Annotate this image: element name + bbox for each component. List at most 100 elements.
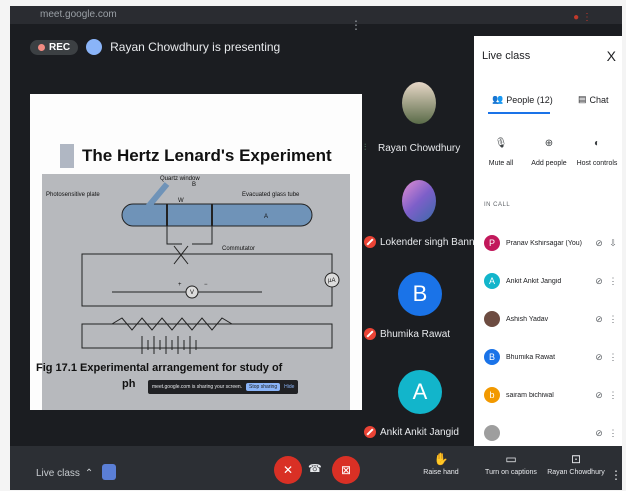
host-controls-label: Host controls bbox=[576, 160, 618, 167]
tab-people-label: People (12) bbox=[506, 94, 553, 105]
hide-button[interactable]: Hide bbox=[284, 384, 294, 390]
more-options-icon[interactable]: ⋮ bbox=[606, 390, 620, 401]
chat-icon: ▤ bbox=[578, 94, 587, 104]
close-icon[interactable]: X bbox=[607, 48, 616, 64]
more-options-icon[interactable]: ⋮ bbox=[610, 468, 622, 482]
participant-tile[interactable]: A Ankit Ankit Jangid bbox=[364, 370, 472, 446]
mic-off-icon[interactable]: ⊘ bbox=[592, 428, 606, 439]
add-people-label: Add people bbox=[531, 160, 567, 167]
host-controls-icon: ◐ bbox=[593, 137, 601, 149]
tab-people[interactable]: 👥 People (12) bbox=[492, 94, 553, 105]
rec-label: REC bbox=[49, 41, 71, 53]
person-name: sairam bichiwal bbox=[506, 391, 554, 399]
more-options-icon[interactable]: ⋮ bbox=[606, 276, 620, 287]
participant-tile[interactable]: Lokender singh Bannaji bbox=[364, 178, 485, 258]
tile-name-row: Bhumika Rawat bbox=[364, 328, 450, 340]
list-item[interactable]: Ashish Yadav ⊘ ⋮ bbox=[484, 308, 620, 330]
diagram-svg: Quartz window B W Photosensitive plate E… bbox=[46, 176, 340, 354]
mic-on-icon: ⫶ bbox=[364, 142, 367, 152]
mic-off-icon: ✕ bbox=[282, 463, 294, 477]
list-item[interactable]: b sairam bichiwal ⊘ ⋮ bbox=[484, 384, 620, 406]
outer-circuit bbox=[81, 253, 333, 307]
list-item[interactable]: A Ankit Ankit Jangid ⊘ ⋮ bbox=[484, 270, 620, 292]
host-controls-button[interactable]: ◐ Host controls bbox=[572, 132, 622, 168]
camera-toggle-button[interactable]: ⊠ bbox=[332, 456, 360, 484]
slide-caption: Fig 17.1 Experimental arrangement for st… bbox=[36, 362, 283, 374]
experiment-diagram: Quartz window B W Photosensitive plate E… bbox=[42, 174, 350, 410]
present-screen-icon: ⊡ bbox=[570, 452, 582, 466]
raise-hand-button[interactable]: ✋ Raise hand bbox=[418, 452, 464, 476]
mic-off-icon[interactable]: ⊘ bbox=[592, 314, 606, 325]
captions-label: Turn on captions bbox=[485, 469, 537, 476]
more-options-icon[interactable]: ⋮ bbox=[606, 314, 620, 325]
person-avatar: A bbox=[484, 273, 500, 289]
list-item[interactable]: B Bhumika Rawat ⊘ ⋮ bbox=[484, 346, 620, 368]
battery-cells bbox=[141, 336, 197, 354]
mic-off-icon[interactable]: ⊘ bbox=[592, 276, 606, 287]
label-a: A bbox=[264, 214, 268, 220]
rec-badge: REC bbox=[30, 39, 79, 55]
tab-chat-label: Chat bbox=[589, 94, 609, 105]
person-avatar: b bbox=[484, 387, 500, 403]
mute-all-button[interactable]: 🎙 Mute all bbox=[476, 132, 526, 168]
tile-name-row: Ankit Ankit Jangid bbox=[364, 426, 459, 438]
add-person-icon: ⊕ bbox=[544, 137, 554, 149]
browser-url[interactable]: meet.google.com bbox=[40, 9, 117, 20]
participant-avatar: B bbox=[398, 272, 442, 316]
presenting-header: REC Rayan Chowdhury is presenting bbox=[30, 36, 280, 58]
wire-2 bbox=[192, 226, 213, 245]
label-v: V bbox=[190, 290, 194, 296]
live-class-toggle[interactable]: Live class ⌃ bbox=[36, 468, 93, 479]
camera-off-icon: ⊠ bbox=[340, 463, 352, 477]
mic-off-icon bbox=[364, 236, 376, 248]
browser-menu-icon[interactable]: ● ⋮ bbox=[573, 9, 592, 27]
stop-sharing-button[interactable]: Stop sharing bbox=[246, 383, 281, 391]
add-people-button[interactable]: ⊕ Add people bbox=[524, 132, 574, 168]
panel-actions: 🎙 Mute all ⊕ Add people ◐ Host controls bbox=[474, 132, 622, 172]
mic-off-icon[interactable]: ⊘ bbox=[592, 390, 606, 401]
label-b: B bbox=[192, 182, 196, 188]
list-item[interactable]: P Pranav Kshirsagar (You) ⊘ ⇩ bbox=[484, 232, 620, 254]
more-options-icon[interactable]: ⋮ bbox=[606, 352, 620, 363]
in-call-heading: IN CALL bbox=[484, 202, 511, 208]
bottom-control-bar: Live class ⌃ ✕ ☎ ⊠ ✋ Raise hand ▭ Turn o… bbox=[10, 446, 622, 490]
title-marker bbox=[60, 144, 74, 168]
hand-icon: ✋ bbox=[433, 452, 449, 466]
person-avatar bbox=[484, 425, 500, 441]
mic-toggle-button[interactable]: ✕ bbox=[274, 456, 302, 484]
participant-tile[interactable]: ⫶ Rayan Chowdhury bbox=[364, 80, 472, 160]
label-minus: − bbox=[204, 282, 208, 288]
participant-tile[interactable]: B Bhumika Rawat bbox=[364, 272, 472, 352]
tile-name: Bhumika Rawat bbox=[380, 328, 451, 340]
mic-off-icon: ⊘ bbox=[595, 237, 603, 248]
active-tab-indicator bbox=[488, 112, 550, 114]
live-class-label: Live class bbox=[36, 468, 80, 479]
more-options-icon[interactable]: ⋮ bbox=[606, 428, 620, 439]
captions-button[interactable]: ▭ Turn on captions bbox=[478, 452, 544, 476]
mic-off-icon[interactable]: ⊘ bbox=[592, 352, 606, 363]
tile-name-row: Lokender singh Bannaji bbox=[364, 236, 485, 248]
person-name: Ashish Yadav bbox=[506, 315, 549, 323]
label-ua: µA bbox=[328, 278, 335, 284]
person-name: Pranav Kshirsagar (You) bbox=[506, 239, 583, 247]
tab-chat[interactable]: ▤ Chat bbox=[578, 94, 609, 105]
person-avatar: P bbox=[484, 235, 500, 251]
live-class-panel: Live class X 👥 People (12) ▤ Chat 🎙 Mute… bbox=[474, 36, 622, 446]
participant-photo bbox=[402, 180, 436, 222]
pin-icon[interactable]: ⇩ bbox=[606, 238, 620, 249]
list-item[interactable]: ⊘ ⋮ bbox=[484, 422, 620, 444]
presenting-text: Rayan Chowdhury is presenting bbox=[110, 40, 281, 54]
tile-name: Rayan Chowdhury bbox=[378, 142, 461, 154]
tile-name-row: ⫶ Rayan Chowdhury bbox=[364, 142, 460, 154]
label-evacuated: Evacuated glass tube bbox=[242, 192, 300, 198]
shield-icon[interactable] bbox=[102, 464, 116, 480]
mic-off-icon: 🎙 bbox=[494, 137, 508, 149]
presenting-button[interactable]: ⊡ Rayan Chowdhury bbox=[546, 452, 606, 476]
more-options-icon[interactable]: ⋮ bbox=[350, 18, 362, 32]
people-icon: 👥 bbox=[492, 94, 504, 104]
person-name: Ankit Ankit Jangid bbox=[506, 277, 562, 285]
hang-up-icon[interactable]: ☎ bbox=[308, 462, 322, 475]
person-name: Bhumika Rawat bbox=[506, 353, 556, 361]
raise-hand-label: Raise hand bbox=[423, 469, 459, 476]
panel-tabs: 👥 People (12) ▤ Chat bbox=[474, 86, 622, 114]
